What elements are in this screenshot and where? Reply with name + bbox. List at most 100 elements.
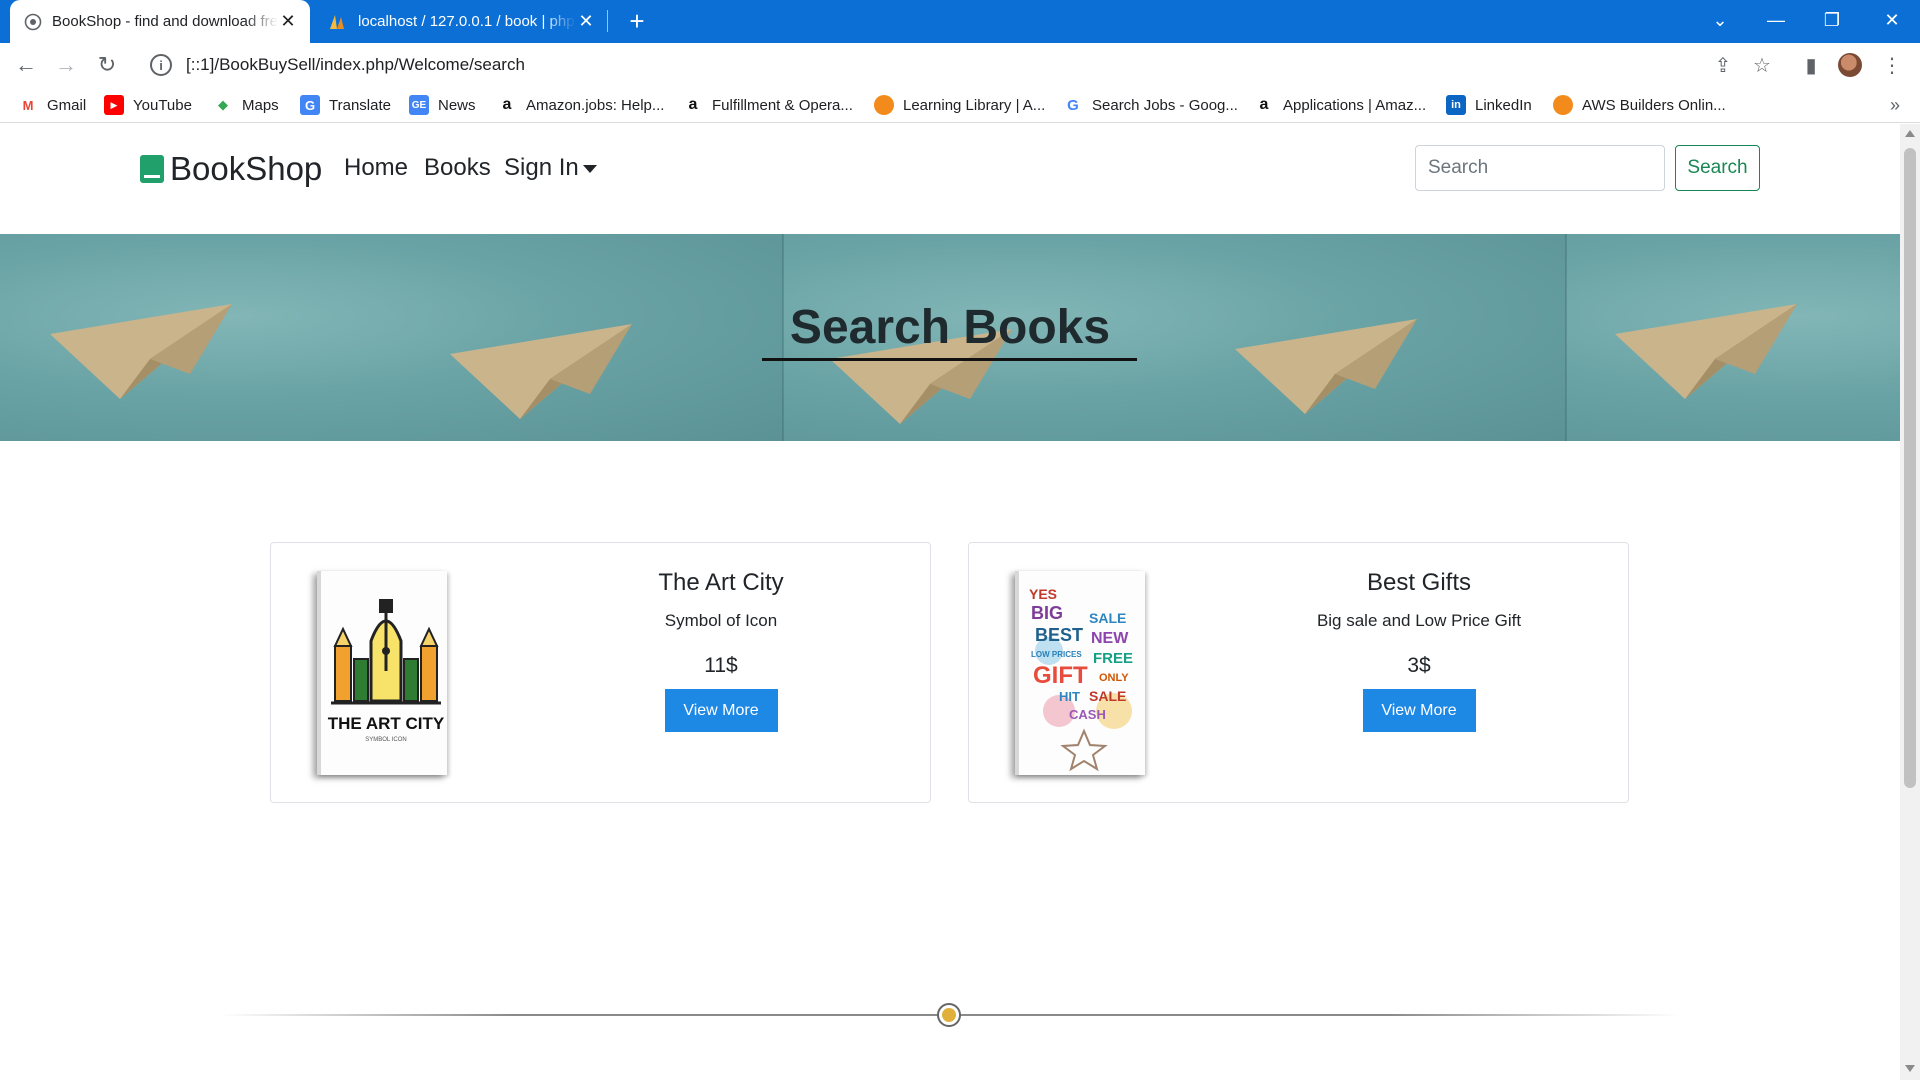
bookmark-amazon-jobs[interactable]: a Amazon.jobs: Help... <box>497 93 665 117</box>
bookmark-news[interactable]: GE News <box>409 93 476 117</box>
scroll-up-arrow-icon[interactable] <box>1905 130 1915 137</box>
tab-search-chevron-icon[interactable]: ⌄ <box>1692 0 1748 40</box>
gmail-icon: M <box>22 97 34 113</box>
bookmark-star-icon[interactable]: ☆ <box>1748 51 1776 79</box>
menu-kebab-icon[interactable]: ⋮ <box>1878 51 1906 79</box>
bookmark-label: Learning Library | A... <box>903 96 1046 114</box>
forward-arrow-icon[interactable]: → <box>50 49 82 81</box>
page-scrollbar[interactable] <box>1900 124 1920 1080</box>
cover-word: BIG <box>1031 603 1063 623</box>
title-underline <box>762 358 1137 361</box>
book-title: The Art City <box>658 569 784 596</box>
page-title: Search Books <box>789 301 1111 354</box>
bookmark-label: Applications | Amaz... <box>1283 96 1427 114</box>
bookmark-translate[interactable]: G Translate <box>300 93 391 117</box>
amazon-icon: a <box>688 96 698 113</box>
cover-word: SALE <box>1089 610 1126 626</box>
scrollbar-thumb[interactable] <box>1904 148 1916 788</box>
linkedin-icon: in <box>1446 95 1466 115</box>
cover-word: HIT <box>1059 689 1080 704</box>
cover-title-text: THE ART CITY <box>328 714 445 733</box>
view-more-button[interactable]: View More <box>664 689 778 732</box>
cover-word: CASH <box>1069 707 1106 722</box>
search-input[interactable] <box>1415 145 1665 191</box>
bookmark-label: Search Jobs - Goog... <box>1092 96 1238 114</box>
book-cover-image[interactable]: YES BIG SALE BEST NEW LOW PRICES FREE GI… <box>1015 571 1145 775</box>
bookmark-label: Translate <box>329 96 391 114</box>
divider-dot-icon <box>937 1003 961 1027</box>
url-text: [::1]/BookBuySell/index.php/Welcome/sear… <box>186 55 525 74</box>
bookmark-youtube[interactable]: ▶ YouTube <box>104 93 192 117</box>
bookmark-fulfillment[interactable]: a Fulfillment & Opera... <box>683 93 853 117</box>
close-tab-icon[interactable]: ✕ <box>576 11 596 32</box>
bookmark-search-jobs[interactable]: G Search Jobs - Goog... <box>1063 93 1238 117</box>
bookmark-label: YouTube <box>133 96 192 114</box>
bookmarks-bar: M Gmail ▶ YouTube ◆ Maps G Translate GE … <box>0 87 1920 123</box>
book-subtitle: Symbol of Icon <box>664 611 778 630</box>
nav-sign-in-dropdown[interactable]: Sign In <box>504 154 597 182</box>
nav-home[interactable]: Home <box>344 154 408 182</box>
site-info-icon[interactable]: i <box>150 54 172 76</box>
page-viewport: BookShop Home Books Sign In Search Searc… <box>0 124 1900 1080</box>
amazon-icon: a <box>502 96 512 113</box>
amazon-icon: a <box>1259 96 1269 113</box>
search-button[interactable]: Search <box>1675 145 1760 191</box>
cover-word: LOW PRICES <box>1031 650 1082 659</box>
tab-phpmyadmin[interactable]: localhost / 127.0.0.1 / book | phpMyAdmi… <box>318 0 608 43</box>
nav-books[interactable]: Books <box>424 154 491 182</box>
art-city-logo: THE ART CITY SYMBOL ICON <box>328 599 445 743</box>
browser-tab-strip: BookShop - find and download free books … <box>0 0 1920 43</box>
cover-word: NEW <box>1091 630 1129 647</box>
bookmark-label: News <box>438 96 476 114</box>
address-bar[interactable]: i [::1]/BookBuySell/index.php/Welcome/se… <box>140 47 1760 83</box>
view-more-button[interactable]: View More <box>1362 689 1476 732</box>
brand-logo[interactable]: BookShop <box>140 150 322 188</box>
cover-word: ONLY <box>1099 672 1129 684</box>
bookmark-maps[interactable]: ◆ Maps <box>213 93 279 117</box>
cover-word: YES <box>1029 586 1057 602</box>
translate-icon: G <box>300 95 320 115</box>
best-gifts-cover: YES BIG SALE BEST NEW LOW PRICES FREE GI… <box>1029 586 1133 772</box>
google-icon: G <box>1067 96 1079 114</box>
phpmyadmin-icon <box>330 14 344 29</box>
close-tab-icon[interactable]: ✕ <box>278 11 298 32</box>
aws-icon <box>1553 95 1573 115</box>
hero-banner: Search Books <box>0 234 1900 441</box>
close-window-icon[interactable]: ✕ <box>1864 0 1920 40</box>
restore-icon[interactable]: ❐ <box>1804 0 1860 40</box>
tab-separator <box>607 10 608 32</box>
reload-icon[interactable]: ↻ <box>91 49 123 81</box>
tab-bookshop[interactable]: BookShop - find and download free books … <box>10 0 310 43</box>
book-info: Best Gifts Big sale and Low Price Gift 3… <box>1269 565 1569 732</box>
aws-icon <box>874 95 894 115</box>
scroll-down-arrow-icon[interactable] <box>1905 1065 1915 1072</box>
new-tab-icon[interactable]: + <box>622 6 652 36</box>
back-arrow-icon[interactable]: ← <box>10 49 42 81</box>
bookmarks-overflow-icon[interactable]: » <box>1890 95 1900 116</box>
bookmark-linkedin[interactable]: in LinkedIn <box>1446 93 1532 117</box>
side-panel-icon[interactable]: ▮ <box>1797 51 1825 79</box>
youtube-icon: ▶ <box>104 95 124 115</box>
profile-avatar[interactable] <box>1838 53 1862 77</box>
book-cover-image[interactable]: THE ART CITY SYMBOL ICON <box>317 571 447 775</box>
bookmark-applications[interactable]: a Applications | Amaz... <box>1254 93 1427 117</box>
bookmark-learning-library[interactable]: Learning Library | A... <box>874 93 1045 117</box>
book-card: YES BIG SALE BEST NEW LOW PRICES FREE GI… <box>968 542 1629 803</box>
bookmark-label: Maps <box>242 96 279 114</box>
news-icon: GE <box>409 95 429 115</box>
globe-icon <box>24 13 42 30</box>
cover-word: GIFT <box>1033 662 1088 689</box>
bookmark-gmail[interactable]: M Gmail <box>18 93 87 117</box>
book-icon <box>140 155 164 183</box>
bookmark-label: Fulfillment & Opera... <box>712 96 853 114</box>
minimize-icon[interactable]: — <box>1748 0 1804 40</box>
tab-title: BookShop - find and download free books <box>52 13 278 30</box>
book-title: Best Gifts <box>1366 569 1472 596</box>
book-price: 3$ <box>1407 654 1431 677</box>
browser-toolbar: ← → ↻ i [::1]/BookBuySell/index.php/Welc… <box>0 43 1920 87</box>
book-subtitle: Big sale and Low Price Gift <box>1316 611 1522 630</box>
bookmark-aws-builders[interactable]: AWS Builders Onlin... <box>1553 93 1726 117</box>
cover-word: SALE <box>1089 688 1126 704</box>
bookmark-label: Gmail <box>47 96 87 114</box>
share-icon[interactable]: ⇪ <box>1709 51 1737 79</box>
